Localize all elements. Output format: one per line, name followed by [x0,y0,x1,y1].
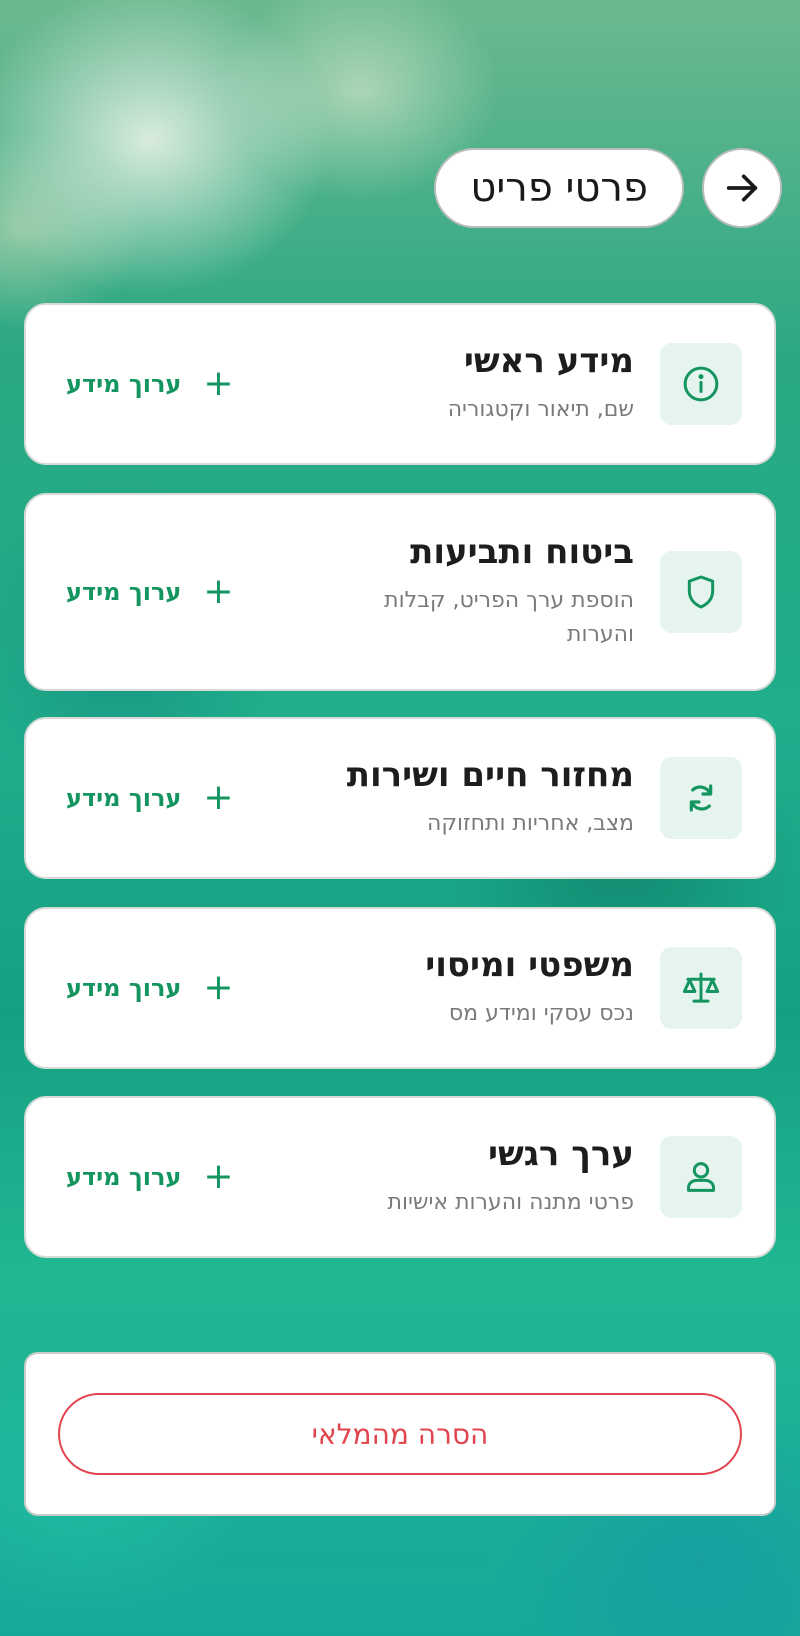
shield-icon [687,575,715,609]
section-title: מחזור חיים ושירות [346,754,634,795]
arrow-right-icon [726,174,758,202]
plus-icon: + [203,363,234,404]
info-icon [683,366,719,402]
section-icon-box [660,947,742,1029]
bottom-panel: הסרה מהמלאי [24,1352,776,1516]
header: פרטי פריט [434,148,782,228]
plus-icon: + [203,967,234,1008]
page-title: פרטי פריט [434,148,684,228]
section-subtitle: מצב, אחריות ותחזוקה [427,811,634,837]
section-card-main-info: מידע ראשי שם, תיאור וקטגוריה + ערוך מידע [24,303,776,465]
edit-info-label: ערוך מידע [66,370,182,398]
section-subtitle: הוספת ערך הפריט, קבלות והערות [384,588,634,648]
edit-info-button[interactable]: + ערוך מידע [66,574,234,610]
section-card-lifecycle: מחזור חיים ושירות מצב, אחריות ותחזוקה + … [24,717,776,879]
section-text: משפטי ומיסוי נכס עסקי ומידע מס [234,945,660,1032]
section-subtitle: פרטי מתנה והערות אישיות [387,1190,634,1216]
section-title: מידע ראשי [463,340,634,381]
section-icon-box [660,343,742,425]
edit-info-button[interactable]: + ערוך מידע [66,1159,234,1195]
edit-info-label: ערוך מידע [66,578,182,606]
section-title: משפטי ומיסוי [425,944,634,985]
section-card-legal-tax: משפטי ומיסוי נכס עסקי ומידע מס + ערוך מי… [24,907,776,1069]
section-text: ערך רגשי פרטי מתנה והערות אישיות [234,1134,660,1221]
refresh-icon [689,784,713,812]
plus-icon: + [203,571,234,612]
plus-icon: + [203,1156,234,1197]
back-button[interactable] [702,148,782,228]
section-text: מחזור חיים ושירות מצב, אחריות ותחזוקה [234,755,660,842]
section-text: מידע ראשי שם, תיאור וקטגוריה [234,341,660,428]
section-card-sentimental: ערך רגשי פרטי מתנה והערות אישיות + ערוך … [24,1096,776,1258]
section-subtitle: נכס עסקי ומידע מס [448,1001,634,1027]
section-icon-box [660,757,742,839]
edit-info-button[interactable]: + ערוך מידע [66,780,234,816]
section-card-insurance: ביטוח ותביעות הוספת ערך הפריט, קבלות והע… [24,493,776,691]
user-icon [687,1162,715,1192]
edit-info-button[interactable]: + ערוך מידע [66,366,234,402]
plus-icon: + [203,777,234,818]
remove-from-inventory-button[interactable]: הסרה מהמלאי [58,1393,742,1475]
section-text: ביטוח ותביעות הוספת ערך הפריט, קבלות והע… [234,532,660,653]
edit-info-label: ערוך מידע [66,1163,182,1191]
edit-info-button[interactable]: + ערוך מידע [66,970,234,1006]
edit-info-label: ערוך מידע [66,784,182,812]
section-icon-box [660,551,742,633]
section-title: ערך רגשי [487,1133,634,1174]
section-subtitle: שם, תיאור וקטגוריה [447,397,634,423]
scale-icon [682,972,720,1003]
section-title: ביטוח ותביעות [410,531,634,572]
section-icon-box [660,1136,742,1218]
edit-info-label: ערוך מידע [66,974,182,1002]
